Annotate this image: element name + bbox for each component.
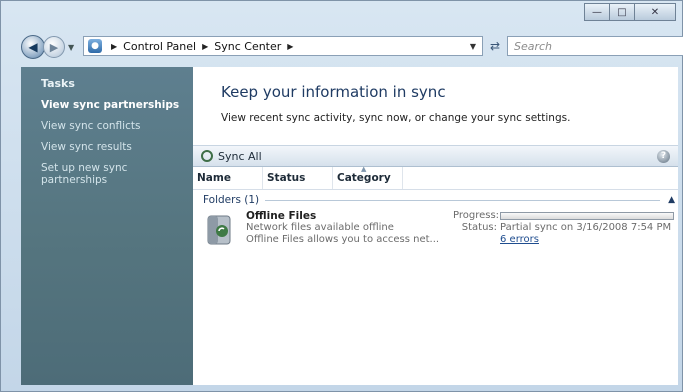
sort-caret-icon: ▲ xyxy=(361,165,367,173)
minimize-icon[interactable]: — xyxy=(584,3,610,21)
main-content: Keep your information in sync View recen… xyxy=(193,67,678,385)
list-item-offline-files[interactable]: Offline Files Network files available of… xyxy=(203,210,674,250)
task-view-sync-conflicts[interactable]: View sync conflicts xyxy=(41,120,193,132)
item-detail: Offline Files allows you to access net..… xyxy=(246,234,440,245)
address-dropdown-icon[interactable]: ▼ xyxy=(470,42,476,51)
breadcrumb-separator-icon[interactable]: ▶ xyxy=(287,42,293,51)
back-arrow-icon[interactable]: ◀ xyxy=(21,35,45,59)
column-name[interactable]: Name xyxy=(193,167,263,189)
control-panel-icon: ● xyxy=(88,39,102,53)
task-view-sync-partnerships[interactable]: View sync partnerships xyxy=(41,99,193,111)
address-bar[interactable]: ● ▶ Control Panel ▶ Sync Center ▶ ▼ xyxy=(83,36,483,56)
page-title: Keep your information in sync xyxy=(221,83,446,101)
column-category[interactable]: ▲ Category xyxy=(333,165,403,189)
history-dropdown-icon[interactable]: ▼ xyxy=(68,43,74,52)
progress-label: Progress: xyxy=(453,210,500,221)
sync-icon xyxy=(201,150,213,162)
sync-all-label: Sync All xyxy=(218,149,262,163)
breadcrumb-control-panel[interactable]: Control Panel xyxy=(123,40,196,53)
task-set-up-new-sync-partnerships[interactable]: Set up new sync partnerships xyxy=(41,162,193,186)
item-description: Network files available offline xyxy=(246,222,394,233)
tasks-heading: Tasks xyxy=(41,77,75,90)
refresh-icon[interactable]: ⇄ xyxy=(485,36,505,56)
search-input[interactable]: Search ⚲ xyxy=(507,36,683,56)
progress-bar xyxy=(500,212,674,220)
column-status[interactable]: Status xyxy=(263,167,333,189)
group-header-folders[interactable]: Folders (1) ▲ xyxy=(203,193,678,207)
status-label: Status: xyxy=(461,222,497,233)
breadcrumb-sync-center[interactable]: Sync Center xyxy=(214,40,281,53)
column-headers: Name Status ▲ Category xyxy=(193,165,678,190)
close-icon[interactable]: ✕ xyxy=(634,3,676,21)
task-view-sync-results[interactable]: View sync results xyxy=(41,141,193,153)
search-placeholder: Search xyxy=(514,39,553,53)
task-pane: Tasks View sync partnerships View sync c… xyxy=(21,67,193,385)
collapse-chevron-icon[interactable]: ▲ xyxy=(668,195,675,205)
status-value: Partial sync on 3/16/2008 7:54 PM xyxy=(500,222,672,233)
breadcrumb-separator-icon[interactable]: ▶ xyxy=(111,42,117,51)
sync-all-button[interactable]: Sync All xyxy=(201,150,262,163)
window-caption-buttons: — □ ✕ xyxy=(584,3,676,23)
group-divider xyxy=(265,199,661,201)
maximize-icon[interactable]: □ xyxy=(609,3,635,21)
sync-center-window: — □ ✕ ◀ ▶ ▼ ● ▶ Control Panel ▶ Sync Cen… xyxy=(0,0,683,392)
forward-arrow-icon[interactable]: ▶ xyxy=(43,36,65,58)
group-label: Folders (1) xyxy=(203,194,260,206)
errors-link[interactable]: 6 errors xyxy=(500,234,539,245)
item-title: Offline Files xyxy=(246,210,317,222)
page-description: View recent sync activity, sync now, or … xyxy=(221,112,571,124)
breadcrumb-separator-icon[interactable]: ▶ xyxy=(202,42,208,51)
help-icon[interactable]: ? xyxy=(657,149,670,163)
navigation-bar: ◀ ▶ ▼ ● ▶ Control Panel ▶ Sync Center ▶ … xyxy=(21,34,683,60)
command-bar: Sync All ? xyxy=(193,145,678,167)
sync-folder-icon xyxy=(207,215,231,245)
column-category-label: Category xyxy=(337,172,391,184)
